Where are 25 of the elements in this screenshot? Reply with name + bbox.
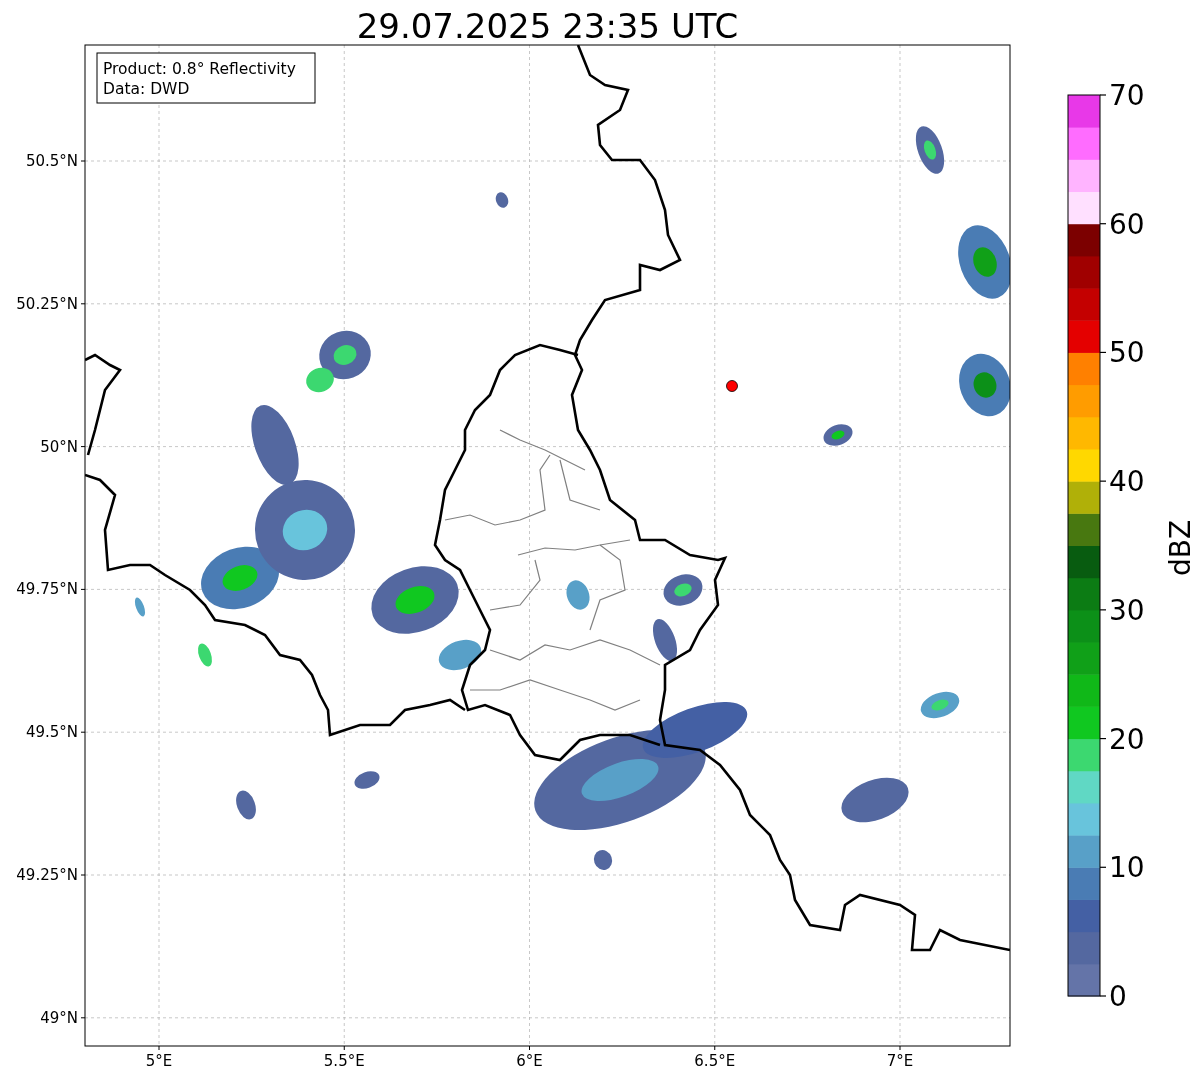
axis-tick-label: 6.5°E [694, 1052, 736, 1070]
colorbar-tick-label: 20 [1109, 722, 1145, 756]
colorbar-label: dBZ [1164, 519, 1197, 577]
axis-tick-label: 49.5°N [25, 723, 78, 742]
axis-tick-label: 50°N [40, 437, 78, 456]
info-text: Data: DWD [103, 80, 190, 98]
axis-tick-label: 50.25°N [16, 294, 78, 313]
axis-tick-label: 7°E [886, 1052, 914, 1070]
axis-tick-label: 5.5°E [323, 1052, 365, 1070]
axis-tick-label: 49.75°N [16, 580, 78, 599]
colorbar-tick-label: 0 [1109, 980, 1127, 1013]
axis-tick-label: 49.25°N [16, 866, 78, 884]
info-text: Product: 0.8° Reflectivity [103, 60, 296, 78]
colorbar-tick-label: 50 [1109, 336, 1145, 370]
colorbar-tick-label: 40 [1109, 465, 1145, 499]
axis-tick-label: 5°E [145, 1052, 173, 1070]
axis-tick-label: 49°N [40, 1008, 78, 1027]
colorbar-tick-label: 60 [1109, 207, 1145, 241]
colorbar-tick-label: 70 [1109, 79, 1145, 112]
axis-tick-label: 6°E [516, 1052, 543, 1070]
radar-site-marker [726, 380, 738, 392]
colorbar-tick-label: 30 [1109, 593, 1145, 627]
chart-title: 29.07.2025 23:35 UTC [356, 6, 739, 46]
axis-tick-label: 50.5°N [25, 152, 78, 170]
colorbar-tick-label: 10 [1109, 851, 1145, 885]
